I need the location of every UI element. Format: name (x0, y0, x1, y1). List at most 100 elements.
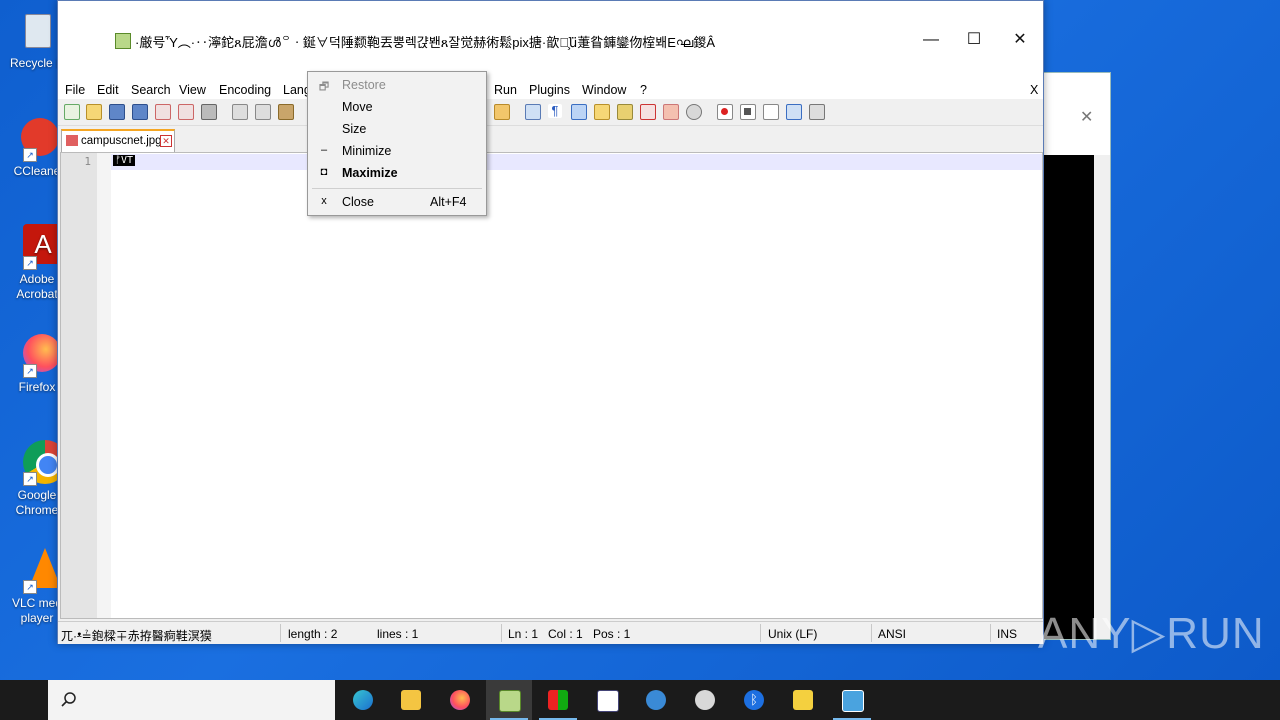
console-area (1044, 155, 1094, 639)
print-icon[interactable] (201, 104, 217, 120)
globe-icon (646, 690, 666, 710)
hand-icon (793, 690, 813, 710)
start-button[interactable] (0, 680, 48, 720)
file-red-icon (66, 135, 78, 146)
paint-icon (695, 690, 715, 710)
run-macro-multiple-icon[interactable] (786, 104, 802, 120)
tab-close-icon[interactable]: ✕ (160, 135, 172, 147)
taskbar-app-11[interactable] (829, 680, 875, 720)
doc-map-icon[interactable] (617, 104, 633, 120)
search-box[interactable] (48, 680, 335, 720)
close-shortcut: Alt+F4 (430, 195, 467, 209)
play-macro-icon[interactable] (763, 104, 779, 120)
menu-item-restore[interactable]: 🗗 Restore (308, 75, 486, 95)
desktop-icon-label: Google Chrome (15, 488, 59, 517)
taskbar-file-explorer[interactable] (388, 680, 434, 720)
folder-icon[interactable] (663, 104, 679, 120)
menu-search[interactable]: Search (131, 83, 171, 97)
menu-encoding[interactable]: Encoding (219, 83, 271, 97)
close-button[interactable]: ✕ (997, 25, 1043, 55)
notepad-icon (499, 690, 521, 712)
notepadpp-window: ·厳号Ὗ︵·‥濘鉈ጸ屁澹ൾ꒪ㆍ鋋∀덕陲颣鞄丟뿡렉갽봰ጸ잘觉赫術鬆pix搪·歆끈̧… (57, 0, 1044, 644)
new-file-icon[interactable] (64, 104, 80, 120)
show-all-chars-icon[interactable]: ¶ (548, 104, 562, 118)
menu-plugins[interactable]: Plugins (529, 83, 570, 97)
save-macro-icon[interactable] (809, 104, 825, 120)
background-console-window[interactable]: ✕ (1043, 72, 1111, 640)
close-icon: x (321, 195, 327, 207)
menu-close-doc[interactable]: X (1030, 83, 1038, 97)
taskbar-app-5[interactable] (535, 680, 581, 720)
open-file-icon[interactable] (86, 104, 102, 120)
taskbar: ᛒ (0, 680, 1280, 720)
menu-help[interactable]: ? (640, 83, 647, 97)
menu-item-maximize[interactable]: ◘ Maximize (308, 163, 486, 183)
title-bar[interactable]: ·厳号Ὗ︵·‥濘鉈ጸ屁澹ൾ꒪ㆍ鋋∀덕陲颣鞄丟뿡렉갽봰ጸ잘觉赫術鬆pix搪·歆끈̧… (58, 1, 1043, 79)
desktop-icon-label: Adobe Acrobat (16, 272, 58, 301)
editor-area[interactable]: 1 ᚠVT (60, 152, 1043, 619)
current-line-highlight (111, 154, 1042, 170)
folder-icon (401, 690, 421, 710)
fold-margin (97, 153, 111, 618)
sync-scroll-icon[interactable] (494, 104, 510, 120)
taskbar-notepadpp[interactable] (486, 680, 532, 720)
indent-guide-icon[interactable] (571, 104, 587, 120)
minimize-icon: – (320, 144, 328, 156)
function-list-icon[interactable] (640, 104, 656, 120)
chrome-icon: ↗ (15, 440, 67, 486)
scrollbar[interactable] (1094, 155, 1110, 639)
minimize-button[interactable]: — (908, 25, 954, 55)
firefox-icon (450, 690, 470, 710)
save-all-icon[interactable] (132, 104, 148, 120)
taskbar-firefox[interactable] (437, 680, 483, 720)
anyrun-watermark: ANY▷RUN (1038, 609, 1265, 658)
editor-content[interactable]: ᚠVT (113, 155, 136, 166)
maximize-button[interactable]: ☐ (951, 25, 997, 55)
menu-item-move[interactable]: Move (308, 97, 486, 117)
paste-icon[interactable] (278, 104, 294, 120)
record-macro-icon[interactable] (717, 104, 733, 120)
line-number-gutter: 1 (61, 153, 97, 618)
word-wrap-icon[interactable] (525, 104, 541, 120)
menu-window[interactable]: Window (582, 83, 626, 97)
close-file-icon[interactable] (155, 104, 171, 120)
status-filetype: 兀·ᵜ≟鉋樑∓赤拵醫痾鞋溟獏 (61, 629, 212, 643)
tab-campuscnet[interactable]: campuscnet.jpg ✕ (61, 129, 175, 152)
taskbar-edge[interactable] (340, 680, 386, 720)
menu-divider (312, 188, 482, 189)
recycle-bin-icon (15, 8, 59, 52)
cut-icon[interactable] (232, 104, 248, 120)
window-icon (842, 690, 864, 712)
taskbar-app-10[interactable] (780, 680, 826, 720)
restore-icon: 🗗 (318, 81, 330, 93)
window-title: ·厳号Ὗ︵·‥濘鉈ጸ屁澹ൾ꒪ㆍ鋋∀덕陲颣鞄丟뿡렉갽봰ጸ잘觉赫術鬆pix搪·歆끈̧… (135, 35, 715, 50)
taskbar-bluetooth[interactable]: ᛒ (731, 680, 777, 720)
folder-as-workspace-icon[interactable] (594, 104, 610, 120)
shortcut-arrow-icon: ↗ (23, 580, 37, 594)
desktop-icon-label: CCleane (13, 164, 61, 178)
close-all-icon[interactable] (178, 104, 194, 120)
menu-edit[interactable]: Edit (97, 83, 119, 97)
status-col: Col : 1 (548, 627, 583, 641)
bluetooth-icon: ᛒ (744, 690, 764, 710)
menu-item-size[interactable]: Size (308, 119, 486, 139)
menu-view[interactable]: View (179, 83, 206, 97)
taskbar-app-7[interactable] (633, 680, 679, 720)
menu-file[interactable]: File (65, 83, 85, 97)
window-icon (597, 690, 619, 712)
firefox-icon: ↗ (15, 332, 61, 378)
copy-icon[interactable] (255, 104, 271, 120)
close-icon[interactable]: ✕ (1080, 107, 1093, 127)
menu-run[interactable]: Run (494, 83, 517, 97)
menu-item-close[interactable]: x Close Alt+F4 (308, 192, 486, 212)
monitoring-eye-icon[interactable] (686, 104, 702, 120)
save-icon[interactable] (109, 104, 125, 120)
status-lines: lines : 1 (377, 627, 419, 641)
status-encoding: ANSI (878, 627, 907, 641)
stop-macro-icon[interactable] (740, 104, 756, 120)
status-insert-mode: INS (997, 627, 1018, 641)
taskbar-app-8[interactable] (682, 680, 728, 720)
search-icon (61, 692, 76, 707)
menu-item-minimize[interactable]: – Minimize (308, 141, 486, 161)
taskbar-app-6[interactable] (584, 680, 630, 720)
